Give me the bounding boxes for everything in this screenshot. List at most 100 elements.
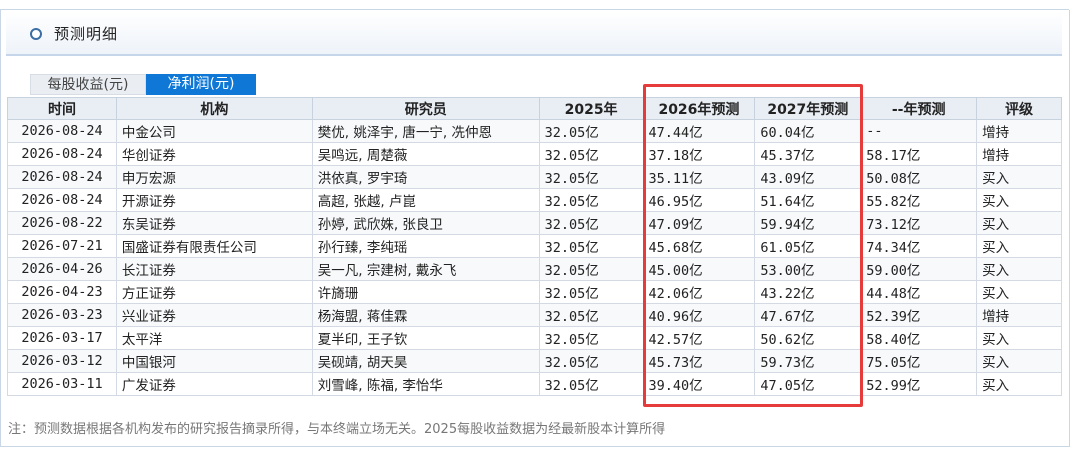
value-2025-cell: 32.05亿 [538,211,644,235]
value-2025-cell: 32.05亿 [538,119,644,143]
tab-net-profit[interactable]: 净利润(元) [146,74,256,95]
analyst-cell: 许旖珊 [311,280,540,304]
forecast-2027-cell: 43.09亿 [754,165,862,189]
value-2025-cell: 32.05亿 [538,280,644,304]
value-2025-cell: 32.05亿 [538,188,644,212]
institution-cell: 华创证券 [115,142,313,166]
analyst-cell: 刘雪峰, 陈福, 李怡华 [311,372,540,396]
column-header[interactable]: 2026年预测 [642,97,756,120]
date-cell: 2026-03-11 [7,372,117,396]
value-2025-cell: 32.05亿 [538,142,644,166]
forecast-2027-cell: 60.04亿 [754,119,862,143]
table-row: 2026-07-21 国盛证券有限责任公司 孙行臻, 李纯瑶 32.05亿 45.68亿… [7,234,1062,258]
forecast-2026-cell: 46.95亿 [642,188,756,212]
rating-cell: 买入 [976,326,1062,350]
institution-cell: 广发证券 [115,372,313,396]
forecast-2026-cell: 37.18亿 [642,142,756,166]
forecast-2026-cell: 47.44亿 [642,119,756,143]
forecast-2026-cell: 42.57亿 [642,326,756,350]
date-cell: 2026-08-24 [7,165,117,189]
analyst-cell: 吴砚靖, 胡天昊 [311,349,540,373]
forecast-2027-cell: 61.05亿 [754,234,862,258]
analyst-cell: 孙行臻, 李纯瑶 [311,234,540,258]
date-cell: 2026-03-17 [7,326,117,350]
date-cell: 2026-03-12 [7,349,117,373]
rating-cell: 增持 [976,303,1062,327]
column-header[interactable]: 2027年预测 [754,97,862,120]
forecast-2026-cell: 39.40亿 [642,372,756,396]
institution-cell: 开源证券 [115,188,313,212]
date-cell: 2026-04-23 [7,280,117,304]
date-cell: 2026-03-23 [7,303,117,327]
institution-cell: 中国银河 [115,349,313,373]
table-row: 2026-08-24 华创证券 吴鸣远, 周楚薇 32.05亿 37.18亿 45.37亿… [7,142,1062,166]
forecast-other-cell: 58.40亿 [860,326,978,350]
institution-cell: 太平洋 [115,326,313,350]
forecast-other-cell: 75.05亿 [860,349,978,373]
table-row: 2026-08-24 申万宏源 洪依真, 罗宇琦 32.05亿 35.11亿 43.09亿… [7,165,1062,189]
rating-cell: 增持 [976,119,1062,143]
forecast-other-cell: 44.48亿 [860,280,978,304]
date-cell: 2026-08-24 [7,119,117,143]
table-row: 2026-03-12 中国银河 吴砚靖, 胡天昊 32.05亿 45.73亿 59.73亿… [7,349,1062,373]
institution-cell: 东吴证券 [115,211,313,235]
rating-cell: 买入 [976,349,1062,373]
value-2025-cell: 32.05亿 [538,234,644,258]
tab-eps[interactable]: 每股收益(元) [30,74,146,95]
value-2025-cell: 32.05亿 [538,165,644,189]
forecast-2027-cell: 45.37亿 [754,142,862,166]
forecast-other-cell: 55.82亿 [860,188,978,212]
forecast-other-cell: 52.39亿 [860,303,978,327]
table-row: 2026-08-24 中金公司 樊优, 姚泽宇, 唐一宁, 冼仲恩 32.05亿 47.… [7,119,1062,143]
date-cell: 2026-04-26 [7,257,117,281]
column-header[interactable]: 评级 [976,97,1062,120]
forecast-2027-cell: 50.62亿 [754,326,862,350]
column-header[interactable]: --年预测 [860,97,978,120]
institution-cell: 中金公司 [115,119,313,143]
forecast-other-cell: 73.12亿 [860,211,978,235]
forecast-other-cell: 50.08亿 [860,165,978,189]
column-header[interactable]: 时间 [7,97,117,120]
forecast-2026-cell: 47.09亿 [642,211,756,235]
value-2025-cell: 32.05亿 [538,257,644,281]
tab-bar: 每股收益(元) 净利润(元) [30,74,256,95]
forecast-2026-cell: 45.00亿 [642,257,756,281]
rating-cell: 买入 [976,211,1062,235]
institution-cell: 长江证券 [115,257,313,281]
forecast-2027-cell: 53.00亿 [754,257,862,281]
table-row: 2026-03-11 广发证券 刘雪峰, 陈福, 李怡华 32.05亿 39.40亿 47… [7,372,1062,396]
date-cell: 2026-07-21 [7,234,117,258]
forecast-2027-cell: 47.05亿 [754,372,862,396]
panel-title: 预测明细 [54,25,119,43]
institution-cell: 申万宏源 [115,165,313,189]
forecast-other-cell: 58.17亿 [860,142,978,166]
date-cell: 2026-08-24 [7,142,117,166]
forecast-other-cell: 52.99亿 [860,372,978,396]
forecast-2027-cell: 47.67亿 [754,303,862,327]
table-row: 2026-03-17 太平洋 夏半印, 王子钦 32.05亿 42.57亿 50.62亿 5… [7,326,1062,350]
table-row: 2026-08-22 东吴证券 孙婷, 武欣姝, 张良卫 32.05亿 47.09亿 59… [7,211,1062,235]
column-header[interactable]: 研究员 [311,97,540,120]
forecast-2026-cell: 45.73亿 [642,349,756,373]
table-row: 2026-08-24 开源证券 高超, 张越, 卢崑 32.05亿 46.95亿 51.6… [7,188,1062,212]
analyst-cell: 洪依真, 罗宇琦 [311,165,540,189]
table-row: 2026-04-23 方正证券 许旖珊 32.05亿 42.06亿 43.22亿 44.48… [7,280,1062,304]
analyst-cell: 杨海盟, 蒋佳霖 [311,303,540,327]
forecast-other-cell: 59.00亿 [860,257,978,281]
institution-cell: 方正证券 [115,280,313,304]
table-row: 2026-04-26 长江证券 吴一凡, 宗建树, 戴永飞 32.05亿 45.00亿 5… [7,257,1062,281]
forecast-2027-cell: 59.73亿 [754,349,862,373]
rating-cell: 买入 [976,372,1062,396]
analyst-cell: 吴一凡, 宗建树, 戴永飞 [311,257,540,281]
rating-cell: 买入 [976,257,1062,281]
column-header[interactable]: 2025年 [538,97,644,120]
analyst-cell: 吴鸣远, 周楚薇 [311,142,540,166]
forecast-2027-cell: 43.22亿 [754,280,862,304]
forecast-other-cell: 74.34亿 [860,234,978,258]
column-header[interactable]: 机构 [115,97,313,120]
analyst-cell: 樊优, 姚泽宇, 唐一宁, 冼仲恩 [311,119,540,143]
panel-header: 预测明细 [6,11,1062,56]
institution-cell: 兴业证券 [115,303,313,327]
forecast-2026-cell: 35.11亿 [642,165,756,189]
forecast-2026-cell: 42.06亿 [642,280,756,304]
